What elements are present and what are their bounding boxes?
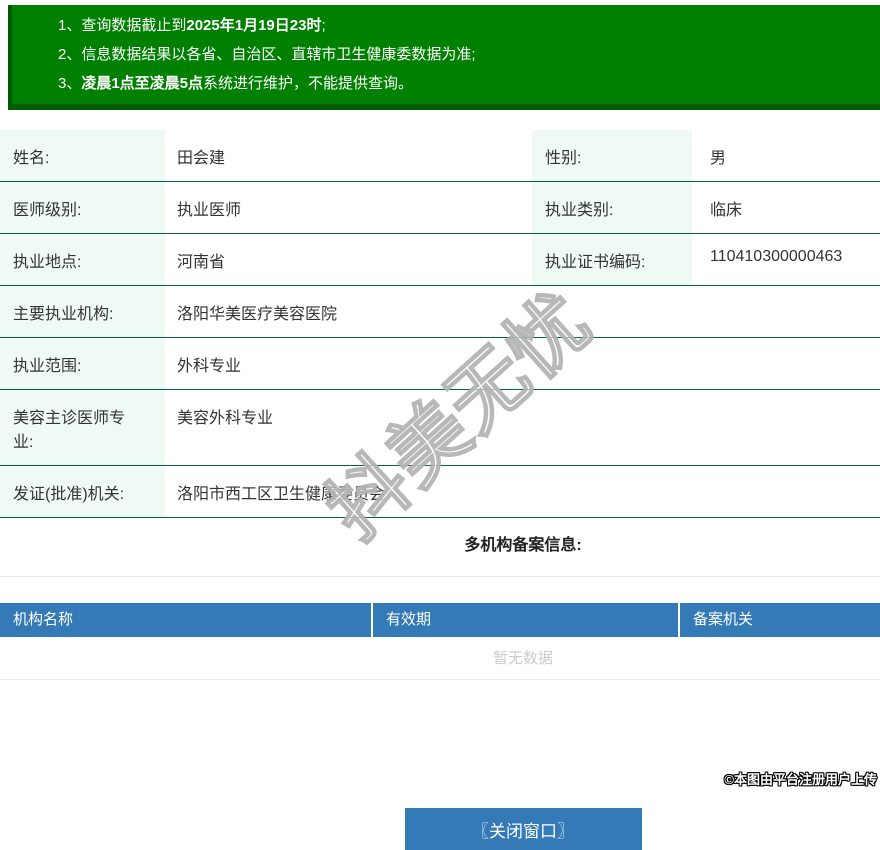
cert-number-label: 执业证书编码: xyxy=(532,233,692,286)
organization-label: 主要执业机构: xyxy=(0,285,165,338)
location-label: 执业地点: xyxy=(0,233,165,286)
cosmetic-specialty-value: 美容外科专业 xyxy=(165,389,880,466)
notice-line-2-num: 2、 xyxy=(58,46,82,63)
notice-line-2: 2、信息数据结果以各省、自治区、直辖市卫生健康委数据为准; xyxy=(58,40,880,69)
location-value: 河南省 xyxy=(165,233,532,286)
gender-value: 男 xyxy=(692,130,880,182)
notice-line-2-pre: 信息数据结果以各省、自治区、直辖市卫生健康委数据为准; xyxy=(81,46,476,63)
level-label: 医师级别: xyxy=(0,181,165,234)
filing-empty-state: 暂无数据 xyxy=(0,637,880,680)
notice-line-3-post: 系统进行维护，不能提供查询。 xyxy=(203,75,414,92)
upload-credit-text: ©本图由平台注册用户上传 xyxy=(724,772,877,787)
table-row-location-cert: 执业地点: 河南省 执业证书编码: 110410300000463 xyxy=(0,233,880,286)
notice-line-3-bold: 凌晨1点至凌晨5点 xyxy=(81,75,204,92)
scope-value: 外科专业 xyxy=(165,337,880,390)
notice-line-1-bold: 2025年1月19日23时 xyxy=(186,17,322,34)
category-value: 临床 xyxy=(692,181,880,234)
notice-banner: 1、查询数据截止到2025年1月19日23时; 2、信息数据结果以各省、自治区、… xyxy=(8,5,880,110)
page: 1、查询数据截止到2025年1月19日23时; 2、信息数据结果以各省、自治区、… xyxy=(0,5,880,850)
filing-section-title: 多机构备案信息: xyxy=(464,537,582,554)
organization-value: 洛阳华美医疗美容医院 xyxy=(165,285,880,338)
notice-line-1: 1、查询数据截止到2025年1月19日23时; xyxy=(58,11,880,40)
filing-column-validity: 有效期 xyxy=(373,603,680,637)
table-row-name-gender: 姓名: 田会建 性别: 男 xyxy=(0,130,880,182)
issuer-label: 发证(批准)机关: xyxy=(0,465,165,518)
notice-line-1-post: ; xyxy=(321,17,326,34)
table-row-scope: 执业范围: 外科专业 xyxy=(0,337,880,390)
notice-line-3-num: 3、 xyxy=(58,75,82,92)
notice-line-1-num: 1、 xyxy=(58,17,82,34)
notice-line-3: 3、凌晨1点至凌晨5点系统进行维护，不能提供查询。 xyxy=(58,69,880,98)
cosmetic-specialty-label: 美容主诊医师专业: xyxy=(0,389,165,466)
cert-number-value: 110410300000463 xyxy=(692,233,880,286)
practitioner-info-table: 姓名: 田会建 性别: 男 医师级别: 执业医师 执业类别: 临床 执业地点: … xyxy=(0,130,880,518)
table-row-issuer: 发证(批准)机关: 洛阳市西工区卫生健康委员会 xyxy=(0,465,880,518)
issuer-value: 洛阳市西工区卫生健康委员会 xyxy=(165,465,880,518)
filing-column-authority: 备案机关 xyxy=(680,603,880,637)
divider xyxy=(0,576,880,577)
table-row-cosmetic-specialty: 美容主诊医师专业: 美容外科专业 xyxy=(0,389,880,466)
close-window-button[interactable]: 〖关闭窗口〗 xyxy=(404,808,642,850)
table-row-organization: 主要执业机构: 洛阳华美医疗美容医院 xyxy=(0,285,880,338)
name-value: 田会建 xyxy=(165,130,532,182)
scope-label: 执业范围: xyxy=(0,337,165,390)
filing-column-institution: 机构名称 xyxy=(0,603,373,637)
gender-label: 性别: xyxy=(532,130,692,182)
level-value: 执业医师 xyxy=(165,181,532,234)
name-label: 姓名: xyxy=(0,130,165,182)
filing-table-header: 机构名称 有效期 备案机关 xyxy=(0,603,880,637)
category-label: 执业类别: xyxy=(532,181,692,234)
table-row-level-category: 医师级别: 执业医师 执业类别: 临床 xyxy=(0,181,880,234)
notice-line-1-pre: 查询数据截止到 xyxy=(81,17,187,34)
